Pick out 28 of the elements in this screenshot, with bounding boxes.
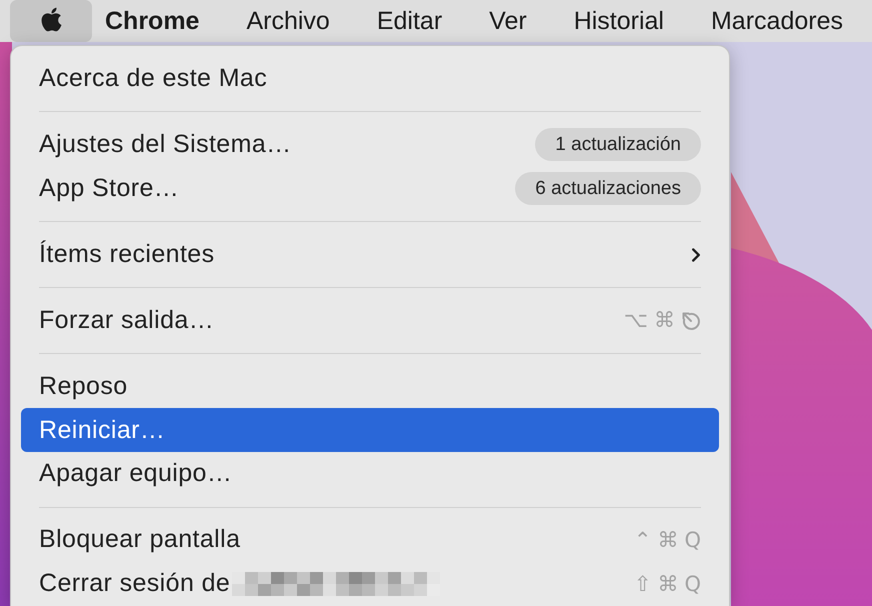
menu-item[interactable]: Bloquear pantalla ⌃ ⌘ Q bbox=[21, 518, 719, 562]
update-badge: 6 actualizaciones bbox=[515, 172, 701, 206]
menu-item[interactable]: Forzar salida… ⌥ ⌘ bbox=[21, 298, 719, 342]
menu-bar-item[interactable]: Chrome bbox=[95, 3, 210, 39]
apple-menu-button[interactable] bbox=[10, 0, 92, 42]
menu-item[interactable]: Apagar equipo… bbox=[21, 452, 719, 496]
menu-bar-item[interactable]: Historial bbox=[564, 3, 674, 39]
menu-bar-item[interactable]: Marcadores bbox=[700, 3, 853, 39]
menu-item[interactable]: Acerca de este Mac bbox=[21, 57, 719, 101]
shortcut-key: Q bbox=[684, 530, 701, 551]
menu-item[interactable]: Reposo bbox=[21, 364, 719, 408]
menu-bar-item[interactable]: Archivo bbox=[236, 3, 340, 39]
menu-bar-item[interactable]: Ver bbox=[479, 3, 537, 39]
menu-item[interactable]: Cerrar sesión de ⇧ ⌘ Q bbox=[21, 562, 719, 606]
menu-item[interactable]: Ajustes del Sistema… 1 actualización bbox=[21, 122, 719, 167]
menu-item[interactable]: Reiniciar… bbox=[21, 408, 719, 452]
shortcut-key: ⌃ bbox=[634, 530, 652, 551]
menu-bar-item[interactable]: Editar bbox=[366, 3, 452, 39]
update-badge: 1 actualización bbox=[535, 128, 701, 162]
shortcut-key: ⌥ bbox=[624, 310, 648, 331]
escape-icon bbox=[681, 310, 701, 330]
menu-item[interactable]: App Store… 6 actualizaciones bbox=[21, 166, 719, 211]
shortcut-key: ⌘ bbox=[657, 574, 678, 595]
shortcut-key: ⌘ bbox=[657, 530, 678, 551]
shortcut-key: ⌘ bbox=[654, 310, 675, 331]
menu-item[interactable]: Ítems recientes bbox=[21, 232, 719, 277]
shortcut-key: Q bbox=[684, 574, 701, 595]
shortcut-key: ⇧ bbox=[634, 574, 652, 595]
